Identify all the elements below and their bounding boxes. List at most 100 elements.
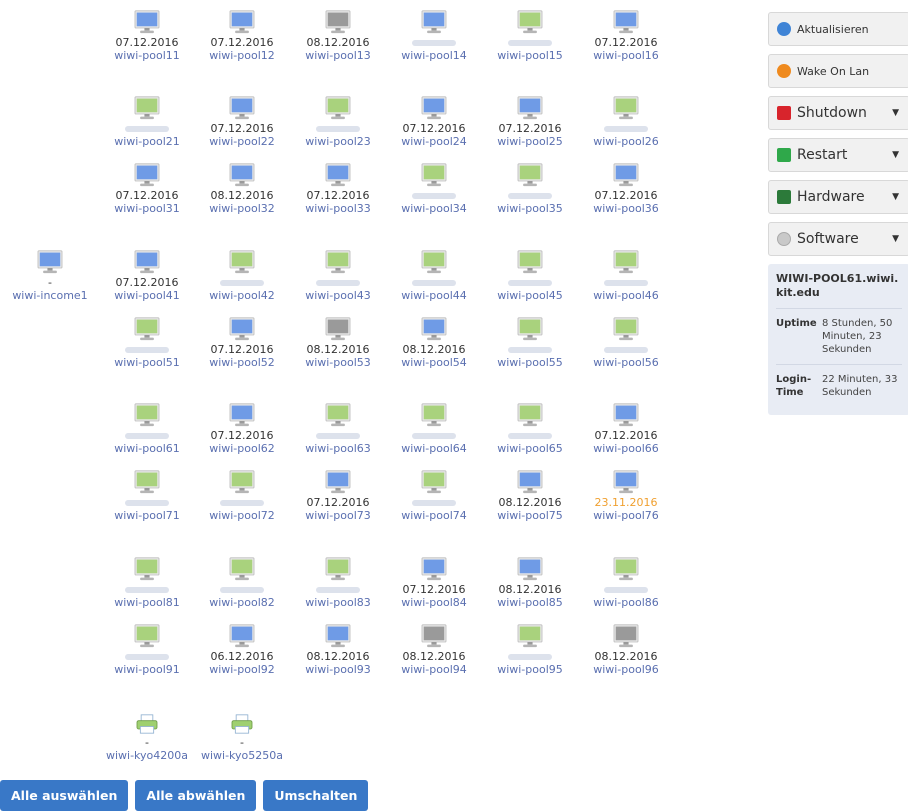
- printer-name-link[interactable]: wiwi-kyo4200a: [106, 749, 188, 762]
- host-tile[interactable]: wiwi-pool95: [482, 614, 578, 676]
- host-name-link[interactable]: wiwi-pool74: [401, 509, 467, 522]
- host-name-link[interactable]: wiwi-pool82: [209, 596, 275, 609]
- software-dropdown[interactable]: Software ▼: [768, 222, 908, 256]
- host-tile[interactable]: 07.12.2016 wiwi-pool22: [194, 86, 290, 148]
- printer-name-link[interactable]: wiwi-kyo5250a: [201, 749, 283, 762]
- host-name-link[interactable]: wiwi-pool71: [114, 509, 180, 522]
- host-tile[interactable]: 07.12.2016 wiwi-pool16: [578, 0, 674, 62]
- host-name-link[interactable]: wiwi-pool63: [305, 442, 371, 455]
- restart-dropdown[interactable]: Restart ▼: [768, 138, 908, 172]
- host-tile[interactable]: 08.12.2016 wiwi-pool75: [482, 460, 578, 522]
- host-tile[interactable]: wiwi-pool63: [290, 393, 386, 455]
- host-name-link[interactable]: wiwi-pool45: [497, 289, 563, 302]
- printer-tile[interactable]: - wiwi-kyo4200a: [99, 700, 195, 762]
- host-tile[interactable]: wiwi-pool26: [578, 86, 674, 148]
- host-tile[interactable]: wiwi-pool43: [290, 240, 386, 302]
- host-tile[interactable]: wiwi-pool46: [578, 240, 674, 302]
- host-tile[interactable]: wiwi-pool42: [194, 240, 290, 302]
- host-name-link[interactable]: wiwi-pool81: [114, 596, 180, 609]
- hardware-dropdown[interactable]: Hardware ▼: [768, 180, 908, 214]
- host-name-link[interactable]: wiwi-pool16: [593, 49, 659, 62]
- shutdown-dropdown[interactable]: Shutdown ▼: [768, 96, 908, 130]
- host-name-link[interactable]: wiwi-pool42: [209, 289, 275, 302]
- host-name-link[interactable]: wiwi-pool36: [593, 202, 659, 215]
- host-name-link[interactable]: wiwi-pool31: [114, 202, 180, 215]
- host-tile[interactable]: 08.12.2016 wiwi-pool85: [482, 547, 578, 609]
- host-tile[interactable]: 07.12.2016 wiwi-pool84: [386, 547, 482, 609]
- host-tile[interactable]: wiwi-pool74: [386, 460, 482, 522]
- host-tile[interactable]: wiwi-pool23: [290, 86, 386, 148]
- host-name-link[interactable]: wiwi-pool15: [497, 49, 563, 62]
- host-name-link[interactable]: wiwi-pool25: [497, 135, 563, 148]
- host-name-link[interactable]: wiwi-pool43: [305, 289, 371, 302]
- host-tile[interactable]: 07.12.2016 wiwi-pool11: [99, 0, 195, 62]
- host-name-link[interactable]: wiwi-pool23: [305, 135, 371, 148]
- host-name-link[interactable]: wiwi-pool85: [497, 596, 563, 609]
- host-tile[interactable]: 07.12.2016 wiwi-pool24: [386, 86, 482, 148]
- host-tile[interactable]: 08.12.2016 wiwi-pool93: [290, 614, 386, 676]
- host-name-link[interactable]: wiwi-pool14: [401, 49, 467, 62]
- host-tile[interactable]: wiwi-pool35: [482, 153, 578, 215]
- host-name-link[interactable]: wiwi-pool86: [593, 596, 659, 609]
- host-tile[interactable]: 08.12.2016 wiwi-pool13: [290, 0, 386, 62]
- host-tile[interactable]: 08.12.2016 wiwi-pool54: [386, 307, 482, 369]
- host-tile[interactable]: wiwi-pool34: [386, 153, 482, 215]
- host-name-link[interactable]: wiwi-pool92: [209, 663, 275, 676]
- host-name-link[interactable]: wiwi-pool35: [497, 202, 563, 215]
- host-name-link[interactable]: wiwi-pool73: [305, 509, 371, 522]
- host-tile[interactable]: 07.12.2016 wiwi-pool31: [99, 153, 195, 215]
- host-tile[interactable]: wiwi-pool21: [99, 86, 195, 148]
- host-tile[interactable]: wiwi-pool61: [99, 393, 195, 455]
- refresh-button[interactable]: Aktualisieren: [768, 12, 908, 46]
- host-name-link[interactable]: wiwi-pool32: [209, 202, 275, 215]
- host-tile[interactable]: wiwi-pool15: [482, 0, 578, 62]
- host-tile[interactable]: wiwi-pool65: [482, 393, 578, 455]
- host-tile[interactable]: wiwi-pool91: [99, 614, 195, 676]
- host-name-link[interactable]: wiwi-pool72: [209, 509, 275, 522]
- host-tile[interactable]: wiwi-pool45: [482, 240, 578, 302]
- host-tile[interactable]: 07.12.2016 wiwi-pool52: [194, 307, 290, 369]
- host-name-link[interactable]: wiwi-pool26: [593, 135, 659, 148]
- host-tile[interactable]: 07.12.2016 wiwi-pool66: [578, 393, 674, 455]
- host-tile[interactable]: 08.12.2016 wiwi-pool96: [578, 614, 674, 676]
- host-name-link[interactable]: wiwi-pool53: [305, 356, 371, 369]
- host-name-link[interactable]: wiwi-pool94: [401, 663, 467, 676]
- host-tile[interactable]: wiwi-pool71: [99, 460, 195, 522]
- host-tile[interactable]: 07.12.2016 wiwi-pool33: [290, 153, 386, 215]
- host-tile[interactable]: wiwi-pool55: [482, 307, 578, 369]
- host-tile[interactable]: wiwi-pool83: [290, 547, 386, 609]
- host-tile[interactable]: 23.11.2016 wiwi-pool76: [578, 460, 674, 522]
- wake-on-lan-button[interactable]: Wake On Lan: [768, 54, 908, 88]
- host-name-link[interactable]: wiwi-pool76: [593, 509, 659, 522]
- deselect-all-button[interactable]: Alle abwählen: [135, 780, 257, 811]
- host-name-link[interactable]: wiwi-pool55: [497, 356, 563, 369]
- host-tile[interactable]: wiwi-pool72: [194, 460, 290, 522]
- host-name-link[interactable]: wiwi-pool41: [114, 289, 180, 302]
- host-name-link[interactable]: wiwi-pool95: [497, 663, 563, 676]
- host-name-link[interactable]: wiwi-pool75: [497, 509, 563, 522]
- host-name-link[interactable]: wiwi-pool96: [593, 663, 659, 676]
- host-tile[interactable]: wiwi-pool86: [578, 547, 674, 609]
- host-name-link[interactable]: wiwi-pool21: [114, 135, 180, 148]
- toggle-selection-button[interactable]: Umschalten: [263, 780, 369, 811]
- host-name-link[interactable]: wiwi-pool11: [114, 49, 180, 62]
- host-tile[interactable]: 07.12.2016 wiwi-pool25: [482, 86, 578, 148]
- host-tile[interactable]: 06.12.2016 wiwi-pool92: [194, 614, 290, 676]
- host-name-link[interactable]: wiwi-pool22: [209, 135, 275, 148]
- host-tile[interactable]: 08.12.2016 wiwi-pool94: [386, 614, 482, 676]
- host-name-link[interactable]: wiwi-pool65: [497, 442, 563, 455]
- host-name-link[interactable]: wiwi-pool56: [593, 356, 659, 369]
- host-name-link[interactable]: wiwi-pool64: [401, 442, 467, 455]
- host-tile[interactable]: wiwi-pool64: [386, 393, 482, 455]
- host-name-link[interactable]: wiwi-pool12: [209, 49, 275, 62]
- host-name-link[interactable]: wiwi-pool44: [401, 289, 467, 302]
- host-name-link[interactable]: wiwi-pool52: [209, 356, 275, 369]
- host-tile[interactable]: wiwi-pool14: [386, 0, 482, 62]
- host-tile[interactable]: wiwi-pool82: [194, 547, 290, 609]
- host-tile[interactable]: 07.12.2016 wiwi-pool73: [290, 460, 386, 522]
- host-tile[interactable]: wiwi-pool56: [578, 307, 674, 369]
- host-tile[interactable]: wiwi-pool81: [99, 547, 195, 609]
- host-tile[interactable]: 07.12.2016 wiwi-pool62: [194, 393, 290, 455]
- host-name-link[interactable]: wiwi-pool91: [114, 663, 180, 676]
- printer-tile[interactable]: - wiwi-kyo5250a: [194, 700, 290, 762]
